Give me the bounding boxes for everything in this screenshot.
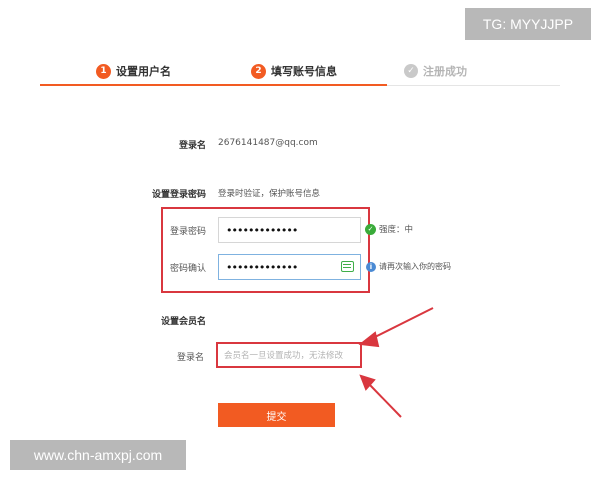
registration-steps: 1 设置用户名 2 填写账号信息 ✓ 注册成功 [40, 56, 560, 88]
keyboard-icon[interactable] [341, 261, 354, 272]
step-label: 填写账号信息 [271, 65, 337, 78]
ok-check-icon: ✓ [365, 223, 376, 235]
step-label: 设置用户名 [116, 65, 171, 78]
step-set-username: 1 设置用户名 [96, 56, 171, 86]
check-circle-icon: ✓ [404, 64, 418, 78]
watermark-bottom: www.chn-amxpj.com [10, 440, 186, 470]
confirm-password-hint: 请再次输入你的密码 [379, 262, 451, 271]
confirm-password-masked-value: ••••••••••••• [226, 260, 298, 274]
member-name-placeholder: 会员名一旦设置成功，无法修改 [224, 351, 344, 361]
password-section-title: 设置登录密码 [151, 190, 206, 200]
annotation-arrows [358, 307, 434, 418]
arrow-line-upper [368, 307, 434, 341]
member-login-label: 登录名 [177, 353, 205, 363]
password-section-hint: 登录时验证，保护账号信息 [218, 189, 321, 199]
password-strength: ✓ 强度：中 [365, 223, 413, 235]
member-section-title: 设置会员名 [160, 317, 206, 327]
arrow-head-upper [358, 331, 380, 348]
submit-button[interactable]: 提交 [218, 403, 335, 427]
password-masked-value: ••••••••••••• [226, 223, 298, 237]
member-name-input[interactable]: 会员名一旦设置成功，无法修改 [216, 342, 362, 368]
step-label: 注册成功 [423, 65, 467, 78]
arrow-line-lower [368, 383, 402, 418]
confirm-password-label: 密码确认 [170, 264, 207, 274]
password-strength-text: 强度：中 [379, 225, 414, 235]
step-fill-account-info: 2 填写账号信息 [251, 56, 337, 86]
password-label: 登录密码 [170, 227, 207, 237]
login-name-value: 2676141487@qq.com [218, 138, 318, 148]
login-name-label: 登录名 [178, 141, 206, 151]
step-register-success: ✓ 注册成功 [404, 56, 467, 86]
info-icon: i [366, 261, 376, 272]
watermark-top: TG: MYYJJPP [465, 8, 591, 40]
confirm-password-input[interactable]: ••••••••••••• [218, 254, 361, 280]
step-number-2: 2 [251, 63, 266, 79]
steps-progress-bar [40, 84, 387, 86]
step-number-1: 1 [96, 63, 111, 79]
password-input[interactable]: ••••••••••••• [218, 217, 361, 243]
confirm-password-tip: i 请再次输入你的密码 [366, 261, 451, 272]
